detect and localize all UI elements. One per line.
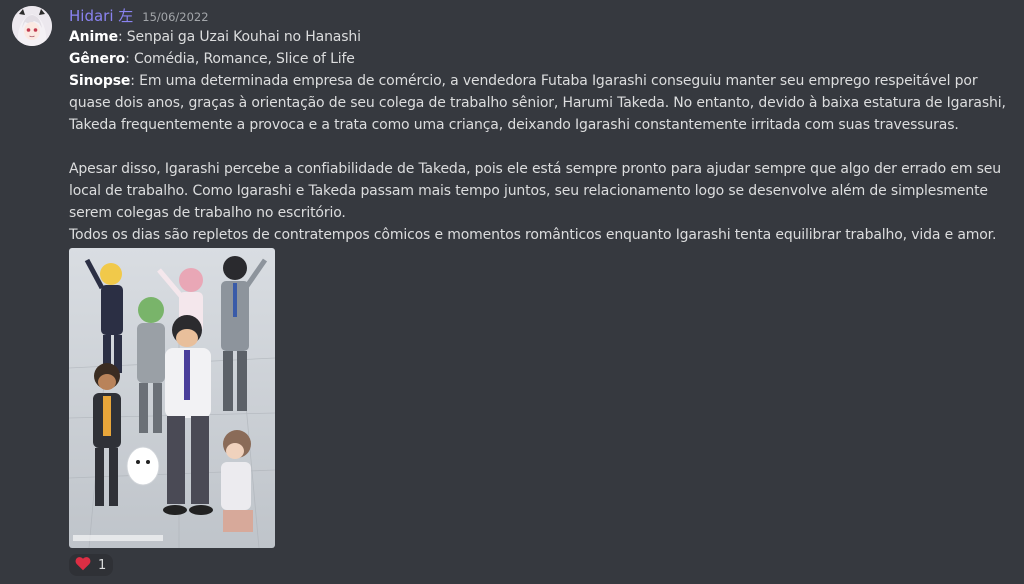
user-avatar[interactable] [12,6,52,46]
chat-message: Hidari 左 15/06/2022 Anime: Senpai ga Uza… [0,0,1024,584]
genre-value: : Comédia, Romance, Slice of Life [125,51,355,67]
timestamp: 15/06/2022 [142,10,209,24]
avatar-image [12,6,52,46]
poster-illustration [69,248,275,548]
genre-label: Gênero [69,51,126,67]
synopsis-line: Sinopse: Em uma determinada empresa de c… [69,70,1009,136]
message-content: Anime: Senpai ga Uzai Kouhai no Hanashi … [69,26,1009,246]
anime-poster-image[interactable] [69,248,275,548]
anime-label: Anime [69,29,118,45]
reaction-count: 1 [98,557,107,573]
anime-value: : Senpai ga Uzai Kouhai no Hanashi [117,29,361,45]
message-header: Hidari 左 15/06/2022 [69,5,209,27]
username[interactable]: Hidari 左 [69,5,133,26]
heart-icon [75,556,91,575]
synopsis-paragraph-3: Todos os dias são repletos de contratemp… [69,227,997,243]
anime-line: Anime: Senpai ga Uzai Kouhai no Hanashi [69,26,1009,48]
genre-line: Gênero: Comédia, Romance, Slice of Life [69,48,1009,70]
synopsis-value: : Em uma determinada empresa de comércio… [69,73,1006,133]
synopsis-paragraph-2: Apesar disso, Igarashi percebe a confiab… [69,161,1001,221]
synopsis-label: Sinopse [69,73,131,89]
heart-reaction-button[interactable]: 1 [69,554,114,576]
